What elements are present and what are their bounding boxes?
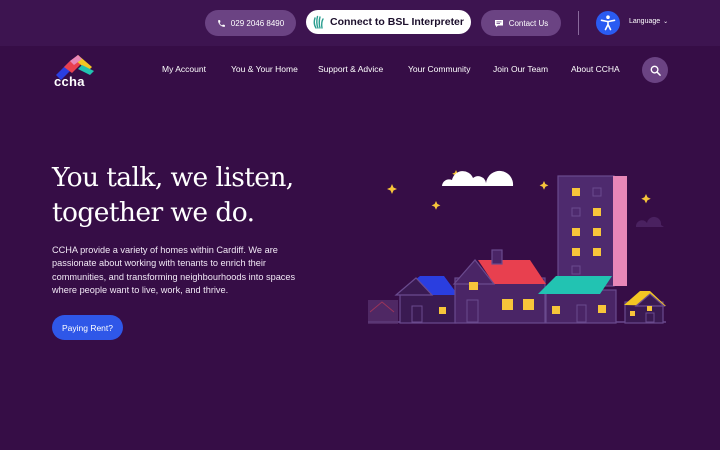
house-blue-roof bbox=[394, 276, 458, 324]
nav-your-community[interactable]: Your Community bbox=[408, 64, 471, 74]
contact-us-button[interactable]: Contact Us bbox=[481, 10, 561, 36]
house-teal-roof bbox=[538, 276, 617, 324]
nav-about-ccha[interactable]: About CCHA bbox=[571, 64, 620, 74]
accessibility-button[interactable] bbox=[596, 11, 620, 35]
accessibility-person-icon bbox=[600, 15, 616, 31]
tower-building bbox=[557, 175, 627, 287]
nav-join-our-team[interactable]: Join Our Team bbox=[493, 64, 548, 74]
phone-number: 029 2046 8490 bbox=[230, 18, 285, 28]
phone-icon bbox=[217, 19, 225, 27]
paying-rent-button[interactable]: Paying Rent? bbox=[52, 315, 123, 340]
hero-title-line-1: You talk, we listen, bbox=[52, 162, 294, 193]
cloud bbox=[442, 170, 514, 186]
hero-description: CCHA provide a variety of homes within C… bbox=[52, 245, 296, 295]
bsl-interpreter-button[interactable]: Connect to BSL Interpreter bbox=[306, 10, 471, 34]
sign-language-hand-icon bbox=[313, 15, 324, 29]
house-yellow-roof bbox=[624, 291, 666, 324]
logo-text: ccha bbox=[54, 74, 85, 89]
house-red-roof bbox=[452, 249, 546, 324]
chevron-down-icon: ⌄ bbox=[663, 19, 669, 25]
contact-us-label: Contact Us bbox=[508, 18, 549, 28]
hero-title-line-2: together we do. bbox=[52, 197, 255, 228]
search-icon bbox=[650, 65, 661, 76]
chat-bubble-icon bbox=[494, 19, 503, 27]
language-selector[interactable]: Language ⌄ bbox=[629, 18, 668, 25]
nav-my-account[interactable]: My Account bbox=[162, 64, 206, 74]
language-label: Language bbox=[629, 18, 661, 25]
utility-bar: 029 2046 8490 Connect to BSL Interpreter… bbox=[0, 0, 720, 46]
topbar-divider bbox=[578, 11, 579, 35]
phone-button[interactable]: 029 2046 8490 bbox=[205, 10, 296, 36]
houses-illustration bbox=[368, 170, 666, 324]
bsl-label: Connect to BSL Interpreter bbox=[330, 16, 464, 28]
nav-you-and-your-home[interactable]: You & Your Home bbox=[231, 64, 298, 74]
hero-title: You talk, we listen, together we do. bbox=[52, 160, 352, 230]
search-button[interactable] bbox=[642, 57, 668, 83]
nav-support-and-advice[interactable]: Support & Advice bbox=[318, 64, 383, 74]
